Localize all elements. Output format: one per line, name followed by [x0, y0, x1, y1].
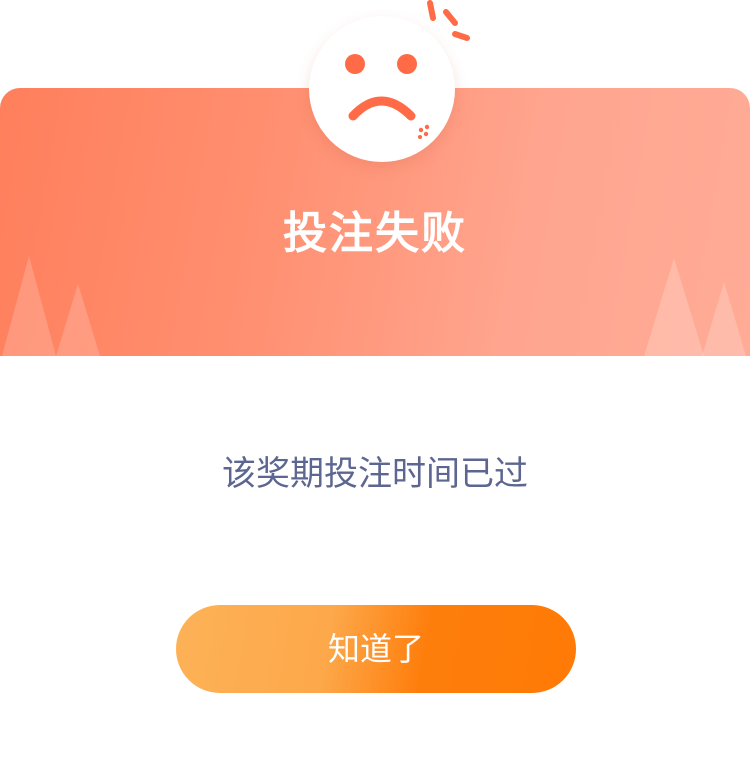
ok-button-label: 知道了: [327, 630, 424, 668]
dialog-message: 该奖期投注时间已过: [222, 454, 528, 494]
tree-decoration-left-1: [2, 256, 56, 356]
result-dialog: 投注失败 该奖期投注时间已过 知道了: [0, 0, 750, 760]
ok-button[interactable]: 知道了: [176, 605, 576, 693]
spark-lines-icon: [427, 0, 470, 41]
dialog-title: 投注失败: [283, 208, 467, 259]
tree-decoration-right-1: [644, 258, 704, 356]
tree-decoration-left-2: [56, 284, 100, 356]
tree-decoration-right-2: [702, 282, 746, 356]
